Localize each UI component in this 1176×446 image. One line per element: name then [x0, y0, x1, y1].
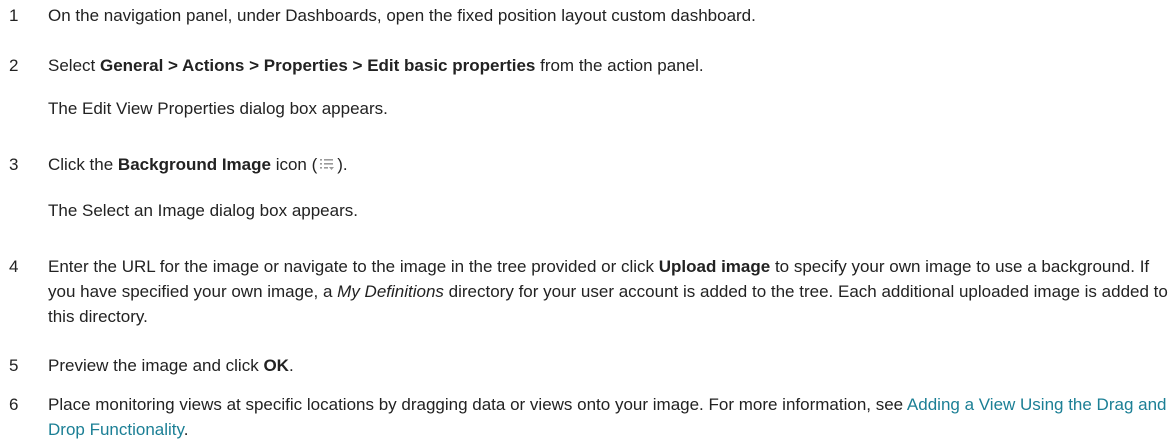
step-text-content: Click the [48, 155, 118, 174]
step-number: 6 [9, 395, 19, 414]
step-text: Select General > Actions > Properties > … [48, 53, 1174, 78]
step-text: Enter the URL for the image or navigate … [48, 254, 1174, 329]
directory-name: My Definitions [337, 282, 444, 301]
step-text-content: Place monitoring views at specific locat… [48, 395, 907, 414]
step-text-content: . [288, 356, 294, 375]
step-number: 3 [9, 155, 19, 174]
step-number: 1 [9, 6, 19, 25]
button-name: Upload image [658, 257, 771, 276]
step-text: Preview the image and click OK. [48, 353, 1174, 378]
menu-path: General > Actions > Properties > Edit ba… [99, 56, 536, 75]
step-number: 2 [9, 56, 19, 75]
step-2-result: The Edit View Properties dialog box appe… [48, 99, 388, 118]
step-text-content: from the action panel. [535, 56, 704, 75]
step-text: On the navigation panel, under Dashboard… [48, 3, 1174, 28]
step-text-content: ). [337, 155, 348, 174]
step-text-content: Select [48, 56, 100, 75]
step-text-content: icon ( [270, 155, 318, 174]
step-text: Click the Background Image icon (). [48, 152, 1174, 177]
step-number: 4 [9, 257, 19, 276]
step-text-content: Enter the URL for the image or navigate … [48, 257, 659, 276]
button-name: OK [263, 356, 289, 375]
step-text: Place monitoring views at specific locat… [48, 392, 1174, 442]
step-3-result: The Select an Image dialog box appears. [48, 201, 358, 220]
step-text-content: On the navigation panel, under Dashboard… [48, 6, 756, 25]
step-text-content: Preview the image and click [48, 356, 264, 375]
ui-element-name: Background Image [117, 155, 271, 174]
step-text-content: . [183, 420, 189, 439]
list-options-icon [319, 153, 335, 170]
step-number: 5 [9, 356, 19, 375]
